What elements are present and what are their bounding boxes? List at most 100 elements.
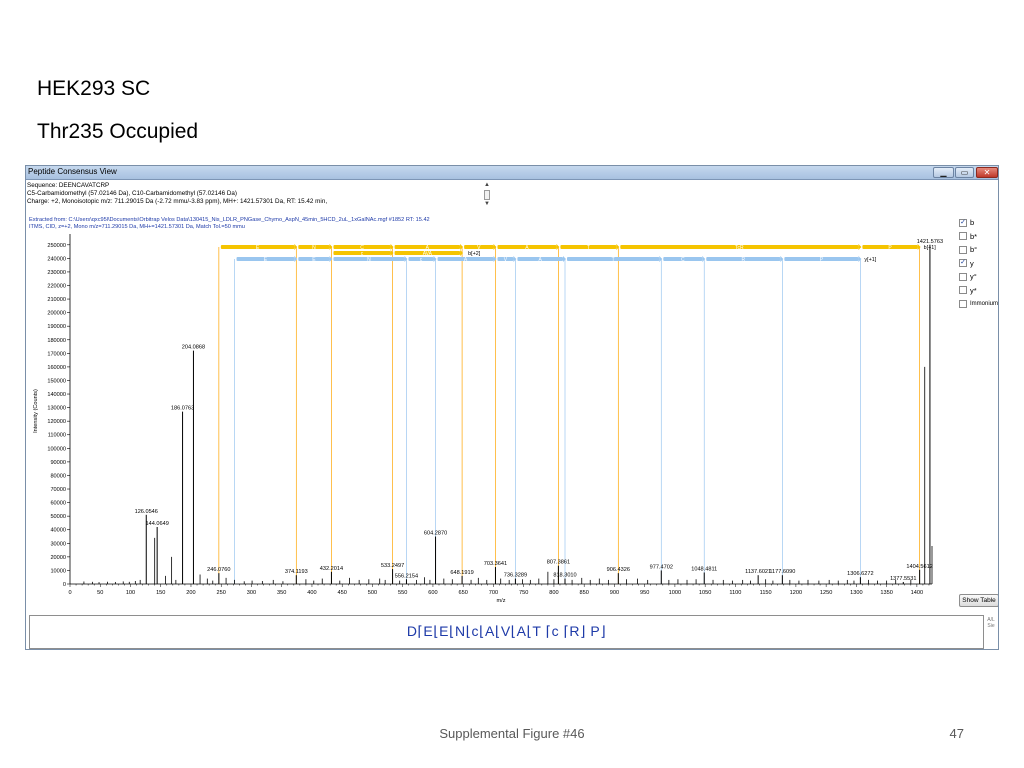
checkbox-y-star[interactable] — [959, 286, 967, 295]
peak-label: 604.2870 — [424, 531, 447, 537]
check-icon: ✓ — [960, 259, 966, 267]
x-tick-label: 1200 — [790, 590, 802, 596]
legend-item-y-zero[interactable]: y° — [959, 270, 998, 284]
peptide-info-panel: Sequence: DEENCAVATCRP C5-Carbamidomethy… — [26, 181, 494, 213]
b-ion-arrow — [556, 244, 560, 250]
slide-title-line-1: HEK293 SC — [37, 77, 151, 100]
peak-label: 1048.4811 — [691, 566, 717, 572]
modification-line: C5-Carbamidomethyl (57.02146 Da), C10-Ca… — [27, 190, 237, 197]
info-scrollbar[interactable]: ▲ ▼ — [482, 182, 492, 212]
peak-label: 1421.5763 — [917, 239, 943, 245]
slide-title-line-2: Thr235 Occupied — [37, 120, 199, 143]
sequence-scroll-label-2: Sie — [987, 623, 995, 629]
y-tick-label: 210000 — [47, 297, 66, 303]
peak-label: 977.4702 — [650, 564, 673, 570]
peak-label: 1404.5612 — [906, 564, 932, 570]
legend-item-b-star[interactable]: b* — [959, 230, 998, 244]
legend-item-immonium[interactable]: Immonium — [959, 297, 998, 311]
y-ion-residue-label: R — [741, 257, 745, 263]
b2-ion-series-label: b[+2] — [468, 251, 481, 257]
y-tick-label: 220000 — [47, 283, 66, 289]
x-tick-label: 700 — [489, 590, 498, 596]
y-tick-label: 110000 — [48, 433, 66, 439]
legend-item-y[interactable]: ✓ y — [959, 257, 998, 271]
y-ion-arrow — [329, 256, 333, 262]
x-tick-label: 850 — [580, 590, 589, 596]
y-tick-label: 0 — [63, 582, 66, 588]
b-ion-arrow — [390, 244, 394, 250]
checkbox-immonium[interactable] — [959, 299, 967, 308]
peak-label: 818.3010 — [553, 573, 576, 579]
show-table-button[interactable]: Show Table — [959, 594, 998, 607]
peak-label: 126.0546 — [135, 509, 158, 515]
x-tick-label: 0 — [68, 590, 71, 596]
sequence-line: Sequence: DEENCAVATCRP — [27, 182, 110, 189]
checkbox-y[interactable]: ✓ — [959, 259, 967, 268]
b-ion-arrow — [858, 244, 862, 250]
x-tick-label: 500 — [368, 590, 377, 596]
x-tick-label: 1300 — [850, 590, 862, 596]
y-tick-label: 60000 — [50, 501, 66, 507]
y-tick-label: 50000 — [50, 514, 66, 520]
window-title: Peptide Consensus View — [28, 167, 117, 176]
sequence-panel-scrollbar[interactable]: A/L Sie — [986, 617, 996, 647]
y-tick-label: 190000 — [47, 324, 66, 330]
spectrum-chart: Extracted from: C:\Users\qxc95l\Document… — [29, 217, 943, 604]
y-tick-label: 120000 — [47, 419, 66, 425]
x-tick-label: 1100 — [729, 590, 741, 596]
x-tick-label: 900 — [610, 590, 619, 596]
scroll-down-icon[interactable]: ▼ — [482, 201, 492, 208]
figure-caption: Supplemental Figure #46 — [439, 726, 585, 741]
x-tick-label: 600 — [428, 590, 437, 596]
close-button[interactable]: ✕ — [976, 167, 998, 178]
b-ion-arrow — [329, 244, 333, 250]
peak-label: 807.3861 — [547, 560, 570, 566]
spectrum-source-path: Extracted from: C:\Users\qxc95l\Document… — [29, 217, 430, 223]
ion-type-legend: ✓ b b* b° ✓ y y° y* Immonium — [959, 216, 998, 311]
minimize-button[interactable]: ▁ — [933, 167, 954, 178]
window-titlebar[interactable]: Peptide Consensus View ▁ ▭ ✕ — [26, 166, 998, 180]
y-tick-label: 160000 — [47, 365, 66, 371]
checkbox-b-zero[interactable] — [959, 245, 967, 254]
x-tick-label: 800 — [549, 590, 558, 596]
page-number: 47 — [949, 726, 964, 741]
peak-label: 1177.6090 — [769, 569, 795, 575]
scroll-up-icon[interactable]: ▲ — [482, 182, 492, 189]
checkbox-y-zero[interactable] — [959, 272, 967, 281]
check-icon: ✓ — [960, 218, 966, 226]
peak-label: 186.0763 — [171, 406, 194, 412]
y-ion-arrow — [858, 256, 862, 262]
peak-label: 648.1919 — [450, 570, 473, 576]
y-tick-label: 100000 — [47, 446, 66, 452]
y-tick-label: 250000 — [47, 243, 66, 249]
peak-label: 533.2497 — [381, 563, 404, 569]
y-ion-arrow — [404, 256, 408, 262]
b-ion-residue-label: TcR — [735, 245, 744, 251]
peak-label: 144.0649 — [145, 521, 168, 527]
x-tick-label: 1050 — [699, 590, 711, 596]
x-tick-label: 1350 — [880, 590, 892, 596]
legend-item-b-zero[interactable]: b° — [959, 243, 998, 257]
peak-label: 1377.5531 — [890, 576, 916, 582]
spectrum-scan-info: ITMS, CID, z=+2, Mono m/z=711.29015 Da, … — [29, 224, 245, 230]
b-ion-arrow — [616, 244, 620, 250]
scroll-thumb[interactable] — [484, 190, 490, 200]
y-tick-label: 140000 — [47, 392, 66, 398]
checkbox-b-star[interactable] — [959, 232, 967, 241]
checkbox-b[interactable]: ✓ — [959, 218, 967, 227]
legend-item-b[interactable]: ✓ b — [959, 216, 998, 230]
x-tick-label: 100 — [126, 590, 135, 596]
legend-label-b: b — [970, 218, 975, 228]
legend-item-y-star[interactable]: y* — [959, 284, 998, 298]
y-ion-residue-label: N — [367, 257, 371, 263]
y-ion-arrow — [780, 256, 784, 262]
y-tick-label: 80000 — [50, 473, 66, 479]
x-tick-label: 200 — [186, 590, 195, 596]
sequence-annotation-panel: D⌈E⌊E⌊N⌊c⌊A⌊V⌊A⌊T ⌈c ⌈R⌋ P⌋ — [29, 615, 984, 649]
maximize-button[interactable]: ▭ — [955, 167, 974, 178]
y-ion-arrow — [702, 256, 706, 262]
b2-ion-arrow — [460, 250, 464, 256]
y-ion-series-label: y[+1] — [864, 257, 876, 263]
y-ion-arrow — [493, 256, 497, 262]
b-ion-arrow — [917, 244, 921, 250]
